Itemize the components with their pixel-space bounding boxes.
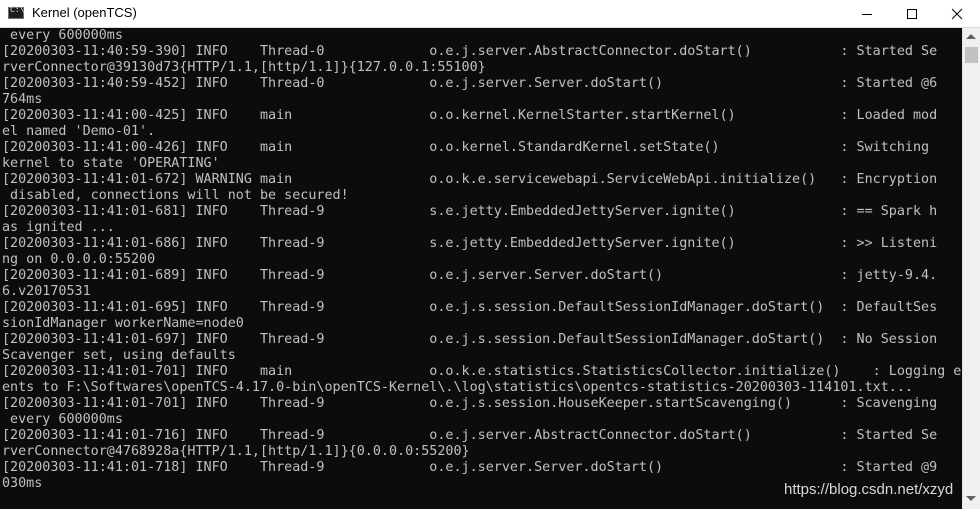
console-line: ng on 0.0.0.0:55200 — [2, 252, 156, 267]
watermark: https://blog.csdn.net/xzyd — [784, 481, 954, 498]
maximize-button[interactable] — [889, 0, 935, 27]
console-line: [20200303-11:41:00-425] INFO main o.o.ke… — [2, 108, 938, 123]
console-line: [20200303-11:41:01-718] INFO Thread-9 o.… — [2, 460, 938, 475]
console-line: [20200303-11:41:01-681] INFO Thread-9 s.… — [2, 204, 938, 219]
console-line: [20200303-11:41:01-697] INFO Thread-9 o.… — [2, 332, 938, 347]
console-line: [20200303-11:41:01-686] INFO Thread-9 s.… — [2, 236, 938, 251]
console-line: every 600000ms — [2, 412, 123, 427]
window-title: Kernel (openTCS) — [32, 5, 137, 20]
console-line: [20200303-11:41:00-426] INFO main o.o.ke… — [2, 140, 930, 155]
console-line: [20200303-11:41:01-701] INFO main o.o.k.… — [2, 364, 962, 379]
console-line: [20200303-11:40:59-452] INFO Thread-0 o.… — [2, 76, 938, 91]
console-window: C:\ Kernel (openTCS) every 600000ms [2020… — [0, 0, 980, 509]
console-line: rverConnector@4768928a{HTTP/1.1,[http/1.… — [2, 444, 470, 459]
console-line: kernel to state 'OPERATING' — [2, 156, 220, 171]
console-line: every 600000ms — [2, 28, 123, 43]
title-bar[interactable]: C:\ Kernel (openTCS) — [0, 0, 980, 28]
minimize-button[interactable] — [844, 0, 890, 27]
close-icon — [951, 8, 963, 19]
minimize-icon — [862, 13, 872, 15]
console-icon-label: C:\ — [10, 5, 25, 14]
console-line: el named 'Demo-01'. — [2, 124, 156, 139]
console-line: [20200303-11:41:01-672] WARNING main o.o… — [2, 172, 938, 187]
console-line: rverConnector@39130d73{HTTP/1.1,[http/1.… — [2, 60, 486, 75]
maximize-icon — [907, 8, 917, 19]
console-icon: C:\ — [8, 5, 25, 19]
console-line: Scavenger set, using defaults — [2, 348, 236, 363]
close-button[interactable] — [934, 0, 980, 27]
console-line: 030ms — [2, 476, 43, 491]
console-line: 6.v20170531 — [2, 284, 91, 299]
console-line: [20200303-11:41:01-701] INFO Thread-9 o.… — [2, 396, 938, 411]
console-line: as ignited ... — [2, 220, 115, 235]
console-line: [20200303-11:40:59-390] INFO Thread-0 o.… — [2, 44, 938, 59]
console-output[interactable]: every 600000ms [20200303-11:40:59-390] IN… — [0, 28, 962, 509]
scroll-down-arrow-icon[interactable] — [966, 496, 976, 501]
vertical-scrollbar[interactable] — [962, 28, 980, 509]
console-line: [20200303-11:41:01-689] INFO Thread-9 o.… — [2, 268, 938, 283]
console-line: ents to F:\Softwares\openTCS-4.17.0-bin\… — [2, 380, 913, 395]
console-line: [20200303-11:41:01-695] INFO Thread-9 o.… — [2, 300, 938, 315]
console-line: [20200303-11:41:01-716] INFO Thread-9 o.… — [2, 428, 938, 443]
console-line: 764ms — [2, 92, 43, 107]
scroll-up-arrow-icon[interactable] — [966, 34, 976, 39]
console-line: disabled, connections will not be secure… — [2, 188, 349, 203]
scroll-thumb[interactable] — [965, 47, 978, 63]
console-line: sionIdManager workerName=node0 — [2, 316, 244, 331]
